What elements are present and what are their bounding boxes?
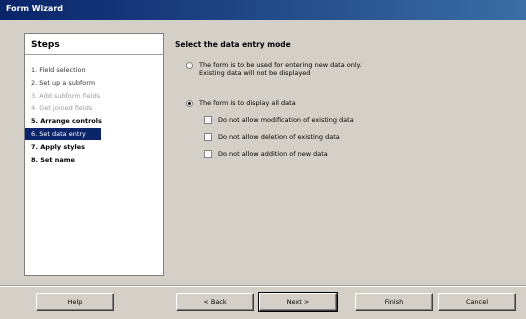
step-apply-styles[interactable]: 7. Apply styles [25, 141, 163, 154]
radio-new-data-only-note: Existing data will not be displayed [199, 69, 311, 77]
help-button[interactable]: Help [36, 293, 114, 311]
step-set-name[interactable]: 8. Set name [25, 154, 163, 167]
main-content: Select the data entry mode The form is t… [172, 33, 512, 276]
steps-title: Steps [31, 40, 60, 50]
radio-new-data-only-label: The form is to be used for entering new … [199, 61, 362, 69]
step-field-selection[interactable]: 1. Field selection [25, 64, 163, 77]
check-no-modification[interactable]: Do not allow modification of existing da… [204, 116, 354, 124]
window-titlebar: Form Wizard [0, 0, 526, 20]
radio-new-data-only[interactable]: The form is to be used for entering new … [186, 61, 362, 77]
steps-panel: Steps 1. Field selection 2. Set up a sub… [24, 33, 164, 276]
check-no-addition-label: Do not allow addition of new data [218, 150, 328, 158]
radio-new-data-only-button[interactable] [186, 62, 193, 69]
check-no-deletion-label: Do not allow deletion of existing data [218, 133, 340, 141]
step-get-joined-fields: 4. Get joined fields [31, 104, 93, 113]
radio-dot-icon [188, 102, 191, 105]
check-no-addition[interactable]: Do not allow addition of new data [204, 150, 328, 158]
button-bar-separator [0, 285, 526, 287]
radio-display-all[interactable]: The form is to display all data [186, 99, 296, 107]
finish-button[interactable]: Finish [355, 293, 433, 311]
step-set-data-entry[interactable]: 6. Set data entry [25, 127, 101, 141]
step-add-subform-fields: 3. Add subform fields [31, 91, 101, 100]
radio-display-all-button[interactable] [186, 100, 193, 107]
cancel-button[interactable]: Cancel [438, 293, 516, 311]
steps-divider [25, 54, 163, 55]
page-heading: Select the data entry mode [175, 40, 291, 49]
back-button[interactable]: < Back [176, 293, 254, 311]
check-no-deletion[interactable]: Do not allow deletion of existing data [204, 133, 340, 141]
check-no-modification-box[interactable] [204, 116, 212, 124]
check-no-deletion-box[interactable] [204, 133, 212, 141]
radio-display-all-label: The form is to display all data [199, 99, 296, 107]
check-no-addition-box[interactable] [204, 150, 212, 158]
steps-list: 1. Field selection 2. Set up a subform 3… [25, 64, 163, 166]
check-no-modification-label: Do not allow modification of existing da… [218, 116, 354, 124]
next-button[interactable]: Next > [258, 292, 338, 312]
step-arrange-controls[interactable]: 5. Arrange controls [25, 115, 163, 128]
window-title: Form Wizard [6, 4, 63, 13]
step-set-up-subform[interactable]: 2. Set up a subform [25, 77, 163, 90]
